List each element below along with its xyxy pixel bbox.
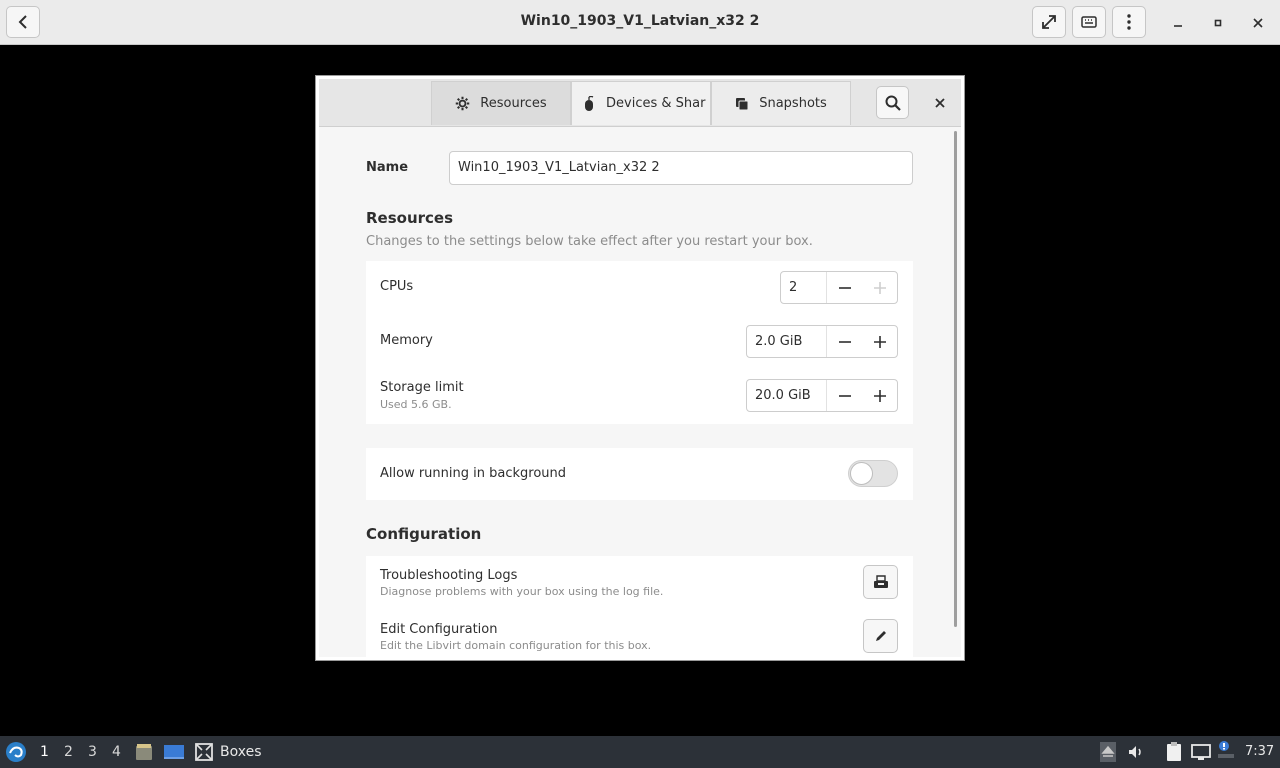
close-icon	[1253, 18, 1263, 28]
tray-notification[interactable]	[1216, 740, 1236, 762]
resources-card: CPUs 2 Memory 2.0 GiB Storage limit Used…	[366, 261, 913, 424]
taskbar: 1 2 3 4 Boxes 7:37	[0, 736, 1280, 768]
file-manager-launcher[interactable]	[134, 742, 154, 762]
boxes-task-label: Boxes	[220, 744, 262, 760]
name-input[interactable]: Win10_1903_V1_Latvian_x32 2	[449, 151, 913, 185]
memory-spinbutton[interactable]: 2.0 GiB	[746, 325, 898, 358]
storage-spinbutton[interactable]: 20.0 GiB	[746, 379, 898, 412]
tab-devices-sharing[interactable]: Devices & Shar	[571, 81, 711, 125]
storage-increase-button[interactable]	[862, 380, 897, 411]
cpus-value[interactable]: 2	[781, 272, 827, 303]
close-window-button[interactable]	[1248, 13, 1268, 33]
edit-config-label: Edit Configuration	[380, 622, 498, 637]
background-toggle[interactable]	[848, 460, 898, 487]
properties-dialog: Resources Devices & Shar Snapshots Name …	[315, 75, 965, 661]
scrollbar[interactable]	[954, 131, 957, 627]
storage-value[interactable]: 20.0 GiB	[747, 380, 827, 411]
cpus-decrease-button[interactable]	[827, 272, 862, 303]
workspace-4[interactable]: 4	[112, 744, 121, 760]
boxes-app-icon	[195, 743, 213, 761]
memory-increase-button[interactable]	[862, 326, 897, 357]
edit-config-description: Edit the Libvirt domain configuration fo…	[380, 639, 652, 652]
edit-configuration-button[interactable]	[863, 619, 898, 653]
workspace-2[interactable]: 2	[64, 744, 73, 760]
clipboard-icon	[1167, 742, 1181, 761]
fullscreen-icon	[1042, 15, 1056, 29]
memory-value[interactable]: 2.0 GiB	[747, 326, 827, 357]
maximize-button[interactable]	[1208, 13, 1228, 33]
notification-icon	[1218, 741, 1234, 758]
name-label: Name	[366, 160, 409, 175]
gear-icon	[456, 96, 470, 111]
minimize-icon	[1174, 25, 1182, 27]
resources-subtitle: Changes to the settings below take effec…	[366, 234, 813, 249]
mouse-icon	[585, 95, 594, 111]
cpus-spinbutton[interactable]: 2	[780, 271, 898, 304]
background-label: Allow running in background	[380, 466, 567, 481]
minimize-button[interactable]	[1168, 13, 1188, 33]
tray-clipboard[interactable]	[1164, 741, 1184, 763]
tray-network[interactable]	[1190, 742, 1212, 762]
plus-icon	[873, 335, 886, 348]
tab-snapshots[interactable]: Snapshots	[711, 81, 851, 125]
desktop-launcher[interactable]	[163, 742, 185, 762]
dialog-header: Resources Devices & Shar Snapshots	[319, 79, 961, 127]
tab-devices-label: Devices & Shar	[606, 96, 706, 111]
memory-decrease-button[interactable]	[827, 326, 862, 357]
minus-icon	[838, 340, 851, 343]
pencil-icon	[875, 631, 886, 641]
tray-eject[interactable]	[1100, 742, 1116, 762]
app-titlebar: Win10_1903_V1_Latvian_x32 2	[0, 0, 1280, 45]
tab-resources-label: Resources	[480, 96, 547, 111]
tab-resources[interactable]: Resources	[431, 81, 571, 125]
keyboard-button[interactable]	[1072, 6, 1106, 38]
boxes-task-button[interactable]: Boxes	[194, 740, 262, 764]
snapshots-icon	[736, 97, 749, 110]
resources-heading: Resources	[366, 209, 454, 227]
taskbar-clock[interactable]: 7:37	[1245, 744, 1274, 759]
network-icon	[1191, 744, 1211, 760]
distro-logo-icon	[6, 742, 26, 762]
file-manager-icon	[136, 744, 152, 760]
plus-icon	[873, 281, 886, 294]
storage-used: Used 5.6 GB.	[380, 398, 452, 411]
plus-icon	[873, 389, 886, 402]
logs-description: Diagnose problems with your box using th…	[380, 585, 664, 598]
configuration-heading: Configuration	[366, 525, 482, 543]
dialog-content: Name Win10_1903_V1_Latvian_x32 2 Resourc…	[319, 127, 961, 657]
tab-snapshots-label: Snapshots	[759, 96, 827, 111]
toggle-knob	[850, 462, 873, 485]
minus-icon	[838, 286, 851, 289]
volume-icon	[1129, 746, 1141, 758]
vertical-dots-icon	[1127, 14, 1131, 30]
cpus-increase-button	[862, 272, 897, 303]
workspace-1[interactable]: 1	[40, 744, 49, 760]
close-icon	[935, 98, 945, 108]
maximize-icon	[1214, 19, 1222, 27]
document-open-icon	[873, 575, 888, 588]
desktop-icon	[164, 745, 184, 759]
background-card: Allow running in background	[366, 448, 913, 500]
fullscreen-button[interactable]	[1032, 6, 1066, 38]
tray-volume[interactable]	[1126, 742, 1146, 762]
configuration-card: Troubleshooting Logs Diagnose problems w…	[366, 556, 913, 657]
workspace-3[interactable]: 3	[88, 744, 97, 760]
storage-decrease-button[interactable]	[827, 380, 862, 411]
troubleshooting-logs-button[interactable]	[863, 565, 898, 599]
storage-label: Storage limit	[380, 380, 464, 395]
cpus-label: CPUs	[380, 279, 414, 294]
keyboard-icon	[1081, 16, 1097, 28]
search-icon	[885, 95, 901, 111]
minus-icon	[838, 394, 851, 397]
search-button[interactable]	[876, 86, 909, 119]
logs-label: Troubleshooting Logs	[380, 568, 518, 583]
memory-label: Memory	[380, 333, 433, 348]
close-dialog-button[interactable]	[929, 92, 951, 114]
eject-icon	[1100, 742, 1116, 762]
menu-button[interactable]	[1112, 6, 1146, 38]
start-menu-button[interactable]	[4, 740, 28, 764]
